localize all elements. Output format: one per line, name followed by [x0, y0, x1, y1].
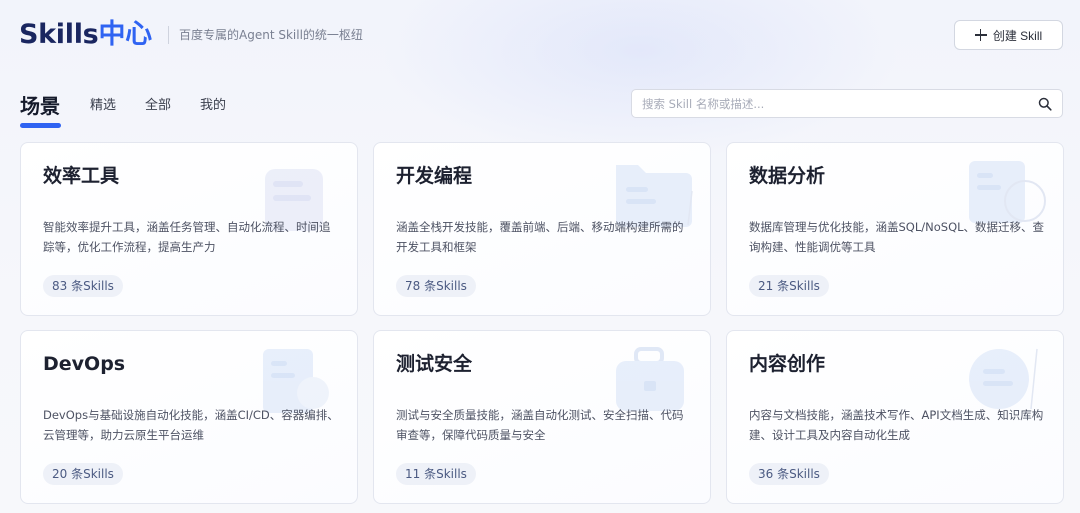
tab-all[interactable]: 全部 [145, 90, 171, 116]
category-tabs: 场景 精选 全部 我的 [20, 90, 255, 130]
app-logo[interactable]: Skills中心 [19, 17, 152, 53]
card-description: 涵盖全栈开发技能，覆盖前端、后端、移动端构建所需的开发工具和框架 [396, 220, 684, 254]
search-icon[interactable] [1038, 97, 1052, 111]
header-divider [168, 26, 169, 44]
card-title: 数据分析 [749, 165, 826, 187]
category-card-grid: 效率工具 智能效率提升工具，涵盖任务管理、自动化流程、时间追踪等，优化工作流程，… [20, 142, 1064, 504]
create-skill-label: 创建 Skill [992, 28, 1043, 43]
tab-scenes[interactable]: 场景 [20, 90, 61, 128]
card-description: 测试与安全质量技能，涵盖自动化测试、安全扫描、代码审查等，保障代码质量与安全 [396, 408, 684, 442]
logo-main-text: Skills [19, 19, 99, 50]
card-description: 数据库管理与优化技能，涵盖SQL/NoSQL、数据迁移、查询构建、性能调优等工具 [749, 220, 1045, 254]
skill-count-badge: 36 条Skills [749, 463, 829, 485]
card-title: 测试安全 [396, 353, 473, 375]
search-box [631, 89, 1063, 118]
category-card-testing-security[interactable]: 测试安全 测试与安全质量技能，涵盖自动化测试、安全扫描、代码审查等，保障代码质量… [373, 330, 711, 504]
logo-accent-text: 中心 [98, 19, 152, 50]
skill-count-badge: 11 条Skills [396, 463, 476, 485]
search-input[interactable] [642, 94, 1022, 114]
page-subtitle: 百度专属的Agent Skill的统一枢纽 [179, 28, 363, 42]
category-card-content-creation[interactable]: 内容创作 内容与文档技能，涵盖技术写作、API文档生成、知识库构建、设计工具及内… [726, 330, 1064, 504]
tab-featured[interactable]: 精选 [90, 90, 116, 116]
tab-mine[interactable]: 我的 [200, 90, 226, 116]
card-title: 内容创作 [749, 353, 826, 375]
category-card-development[interactable]: 开发编程 涵盖全栈开发技能，覆盖前端、后端、移动端构建所需的开发工具和框架 78… [373, 142, 711, 316]
skill-count-badge: 20 条Skills [43, 463, 123, 485]
skill-count-badge: 21 条Skills [749, 275, 829, 297]
skill-count-badge: 83 条Skills [43, 275, 123, 297]
card-description: 智能效率提升工具，涵盖任务管理、自动化流程、时间追踪等，优化工作流程，提高生产力 [43, 220, 331, 254]
skill-count-badge: 78 条Skills [396, 275, 476, 297]
plus-icon [974, 29, 987, 41]
page-header: Skills中心 百度专属的Agent Skill的统一枢纽 创建 Skill [0, 0, 1080, 72]
card-title: 开发编程 [396, 165, 473, 187]
category-card-efficiency[interactable]: 效率工具 智能效率提升工具，涵盖任务管理、自动化流程、时间追踪等，优化工作流程，… [20, 142, 358, 316]
card-title: 效率工具 [43, 165, 120, 187]
card-title: DevOps [43, 353, 126, 375]
category-card-data-analysis[interactable]: 数据分析 数据库管理与优化技能，涵盖SQL/NoSQL、数据迁移、查询构建、性能… [726, 142, 1064, 316]
create-skill-button[interactable]: 创建 Skill [954, 20, 1063, 50]
card-description: DevOps与基础设施自动化技能，涵盖CI/CD、容器编排、云管理等，助力云原生… [43, 408, 339, 442]
category-card-devops[interactable]: DevOps DevOps与基础设施自动化技能，涵盖CI/CD、容器编排、云管理… [20, 330, 358, 504]
card-description: 内容与文档技能，涵盖技术写作、API文档生成、知识库构建、设计工具及内容自动化生… [749, 408, 1044, 442]
